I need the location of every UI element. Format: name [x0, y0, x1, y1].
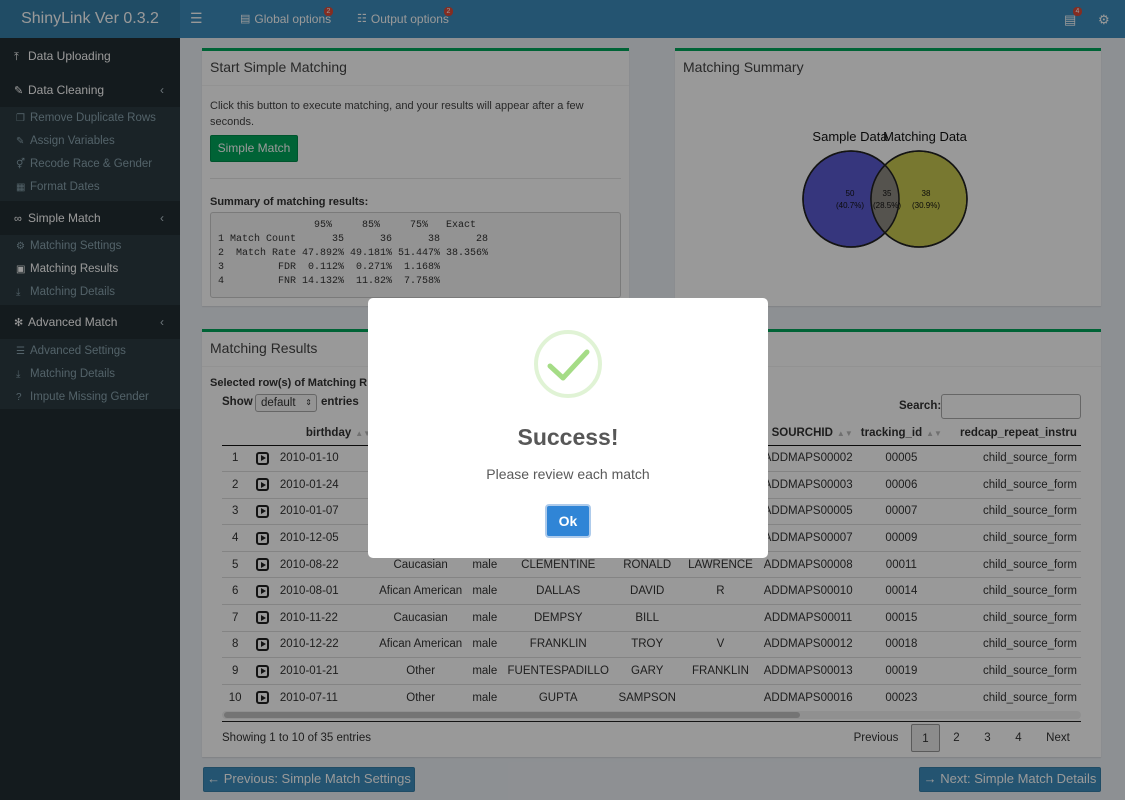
- dialog-message: Please review each match: [486, 466, 650, 482]
- ok-button[interactable]: Ok: [545, 504, 591, 538]
- success-dialog: Success! Please review each match Ok: [368, 298, 768, 558]
- dialog-title: Success!: [517, 424, 619, 450]
- checkmark-icon: [547, 349, 590, 381]
